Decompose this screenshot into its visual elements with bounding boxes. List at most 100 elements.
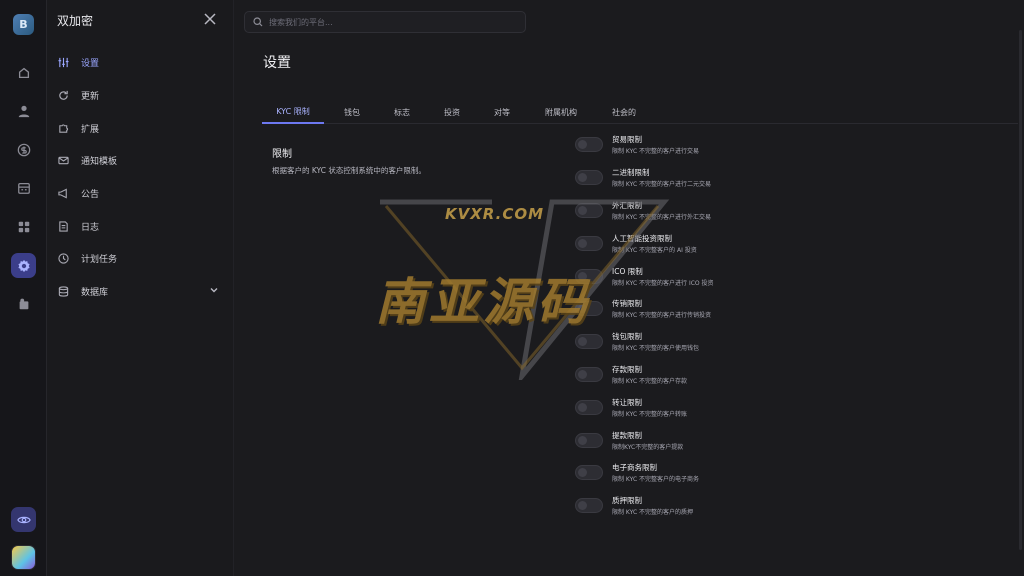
tab-kyc-restrictions[interactable]: KYC 限制	[262, 100, 324, 124]
option-ico-restriction: ICO 限制 限制 KYC 不完整的客户进行 ICO 投资	[575, 266, 1015, 292]
toggle-switch[interactable]	[575, 170, 603, 185]
menu-item-settings[interactable]: 设置	[57, 51, 227, 73]
tab-affiliate[interactable]: 附属机构	[540, 100, 582, 124]
page-title: 设置	[263, 55, 291, 71]
search-icon	[253, 17, 263, 27]
option-transfer-restriction: 转让限制 限制 KYC 不完整的客户转账	[575, 397, 1015, 423]
tab-logo[interactable]: 标志	[384, 100, 420, 124]
tab-wallet[interactable]: 钱包	[334, 100, 370, 124]
app-logo[interactable]: B	[13, 14, 34, 35]
option-ai-investment-restriction: 人工智能投资限制 限制 KYC 不完整客户的 AI 投资	[575, 233, 1015, 259]
toggle-switch[interactable]	[575, 334, 603, 349]
option-description: 限制 KYC 不完整的客户进行外汇交易	[612, 214, 712, 221]
icon-rail: B	[0, 0, 47, 576]
toggle-switch[interactable]	[575, 498, 603, 513]
clock-icon	[57, 252, 69, 264]
option-title: 电子商务限制	[612, 463, 657, 472]
menu-item-label: 更新	[81, 91, 100, 102]
settings-tabs: KYC 限制 钱包 标志 投资 对等 附属机构 社会的	[262, 100, 1018, 124]
refresh-icon	[57, 89, 69, 101]
option-description: 限制 KYC 不完整的客户进行传销投资	[612, 312, 712, 319]
option-ecommerce-restriction: 电子商务限制 限制 KYC 不完整客户的电子商务	[575, 462, 1015, 488]
search-input[interactable]	[269, 17, 509, 27]
calendar-icon[interactable]	[11, 175, 36, 200]
grid-icon[interactable]	[11, 214, 36, 239]
menu-item-label: 公告	[81, 189, 100, 200]
menu-item-label: 日志	[81, 222, 100, 233]
puzzle-icon	[57, 122, 69, 134]
toggle-switch[interactable]	[575, 400, 603, 415]
option-title: 质押限制	[612, 496, 642, 505]
option-description: 限制 KYC 不完整的客户的质押	[612, 509, 694, 516]
search-box[interactable]	[244, 11, 526, 33]
option-title: 提款限制	[612, 431, 642, 440]
close-icon[interactable]	[203, 11, 217, 25]
option-title: 人工智能投资限制	[612, 234, 672, 243]
menu-item-label: 通知模板	[81, 156, 118, 167]
menu-title: 双加密	[57, 14, 94, 28]
menu-item-label: 数据库	[81, 287, 109, 298]
logo-letter: B	[19, 18, 28, 31]
option-title: ICO 限制	[612, 267, 643, 276]
log-icon	[57, 220, 69, 232]
option-description: 限制KYC不完整的客户提款	[612, 444, 684, 451]
option-title: 钱包限制	[612, 332, 642, 341]
option-description: 限制 KYC 不完整的客户进行交易	[612, 148, 700, 155]
menu-item-label: 扩展	[81, 124, 100, 135]
mail-icon	[57, 154, 69, 166]
toggle-switch[interactable]	[575, 367, 603, 382]
option-title: 传销限制	[612, 299, 642, 308]
scrollbar[interactable]	[1019, 30, 1022, 550]
avatar[interactable]	[11, 545, 36, 570]
toggle-switch[interactable]	[575, 465, 603, 480]
tab-investment[interactable]: 投资	[434, 100, 470, 124]
menu-item-label: 设置	[81, 58, 100, 69]
chevron-down-icon[interactable]	[209, 285, 219, 295]
toggle-switch[interactable]	[575, 433, 603, 448]
option-title: 二进制限制	[612, 168, 650, 177]
option-binary-restriction: 二进制限制 限制 KYC 不完整的客户进行二元交易	[575, 167, 1015, 193]
eye-icon[interactable]	[11, 507, 36, 532]
option-description: 限制 KYC 不完整客户的 AI 投资	[612, 247, 697, 254]
option-description: 限制 KYC 不完整的客户使用钱包	[612, 345, 700, 352]
menu-item-extensions[interactable]: 扩展	[57, 117, 227, 139]
menu-item-database[interactable]: 数据库	[57, 280, 227, 302]
option-description: 限制 KYC 不完整的客户转账	[612, 411, 688, 418]
watermark-brand: 南亚源码	[375, 273, 591, 331]
toggle-switch[interactable]	[575, 137, 603, 152]
database-icon	[57, 285, 69, 297]
badge-icon[interactable]	[11, 291, 36, 316]
section-title: 限制	[272, 149, 292, 160]
settings-icon[interactable]	[11, 253, 36, 278]
menu-item-scheduled-tasks[interactable]: 计划任务	[57, 247, 227, 269]
section-description: 根据客户的 KYC 状态控制系统中的客户限制。	[272, 166, 426, 175]
option-title: 转让限制	[612, 398, 642, 407]
option-forex-restriction: 外汇限制 限制 KYC 不完整的客户进行外汇交易	[575, 200, 1015, 226]
settings-menu: 双加密 设置 更新 扩展 通知模板 公告 日志 计划任务 数据库	[47, 0, 234, 576]
watermark-url: KVXR.COM	[445, 205, 545, 223]
option-trade-restriction: 贸易限制 限制 KYC 不完整的客户进行交易	[575, 134, 1015, 160]
option-description: 限制 KYC 不完整客户的电子商务	[612, 476, 700, 483]
menu-item-announcements[interactable]: 公告	[57, 182, 227, 204]
option-description: 限制 KYC 不完整的客户进行 ICO 投资	[612, 280, 714, 287]
home-icon[interactable]	[11, 60, 36, 85]
dollar-icon[interactable]	[11, 137, 36, 162]
option-wallet-restriction: 钱包限制 限制 KYC 不完整的客户使用钱包	[575, 331, 1015, 357]
tab-social[interactable]: 社会的	[606, 100, 642, 124]
toggle-switch[interactable]	[575, 236, 603, 251]
menu-item-logs[interactable]: 日志	[57, 215, 227, 237]
toggle-switch[interactable]	[575, 203, 603, 218]
option-title: 外汇限制	[612, 201, 642, 210]
option-title: 存款限制	[612, 365, 642, 374]
option-title: 贸易限制	[612, 135, 642, 144]
option-description: 限制 KYC 不完整的客户进行二元交易	[612, 181, 712, 188]
user-icon[interactable]	[11, 98, 36, 123]
option-staking-restriction: 质押限制 限制 KYC 不完整的客户的质押	[575, 495, 1015, 521]
sliders-icon	[57, 56, 69, 68]
option-withdraw-restriction: 提款限制 限制KYC不完整的客户提款	[575, 430, 1015, 456]
menu-item-notification-templates[interactable]: 通知模板	[57, 149, 227, 171]
option-description: 限制 KYC 不完整的客户存款	[612, 378, 688, 385]
tab-peer[interactable]: 对等	[484, 100, 520, 124]
menu-item-updates[interactable]: 更新	[57, 84, 227, 106]
option-deposit-restriction: 存款限制 限制 KYC 不完整的客户存款	[575, 364, 1015, 390]
